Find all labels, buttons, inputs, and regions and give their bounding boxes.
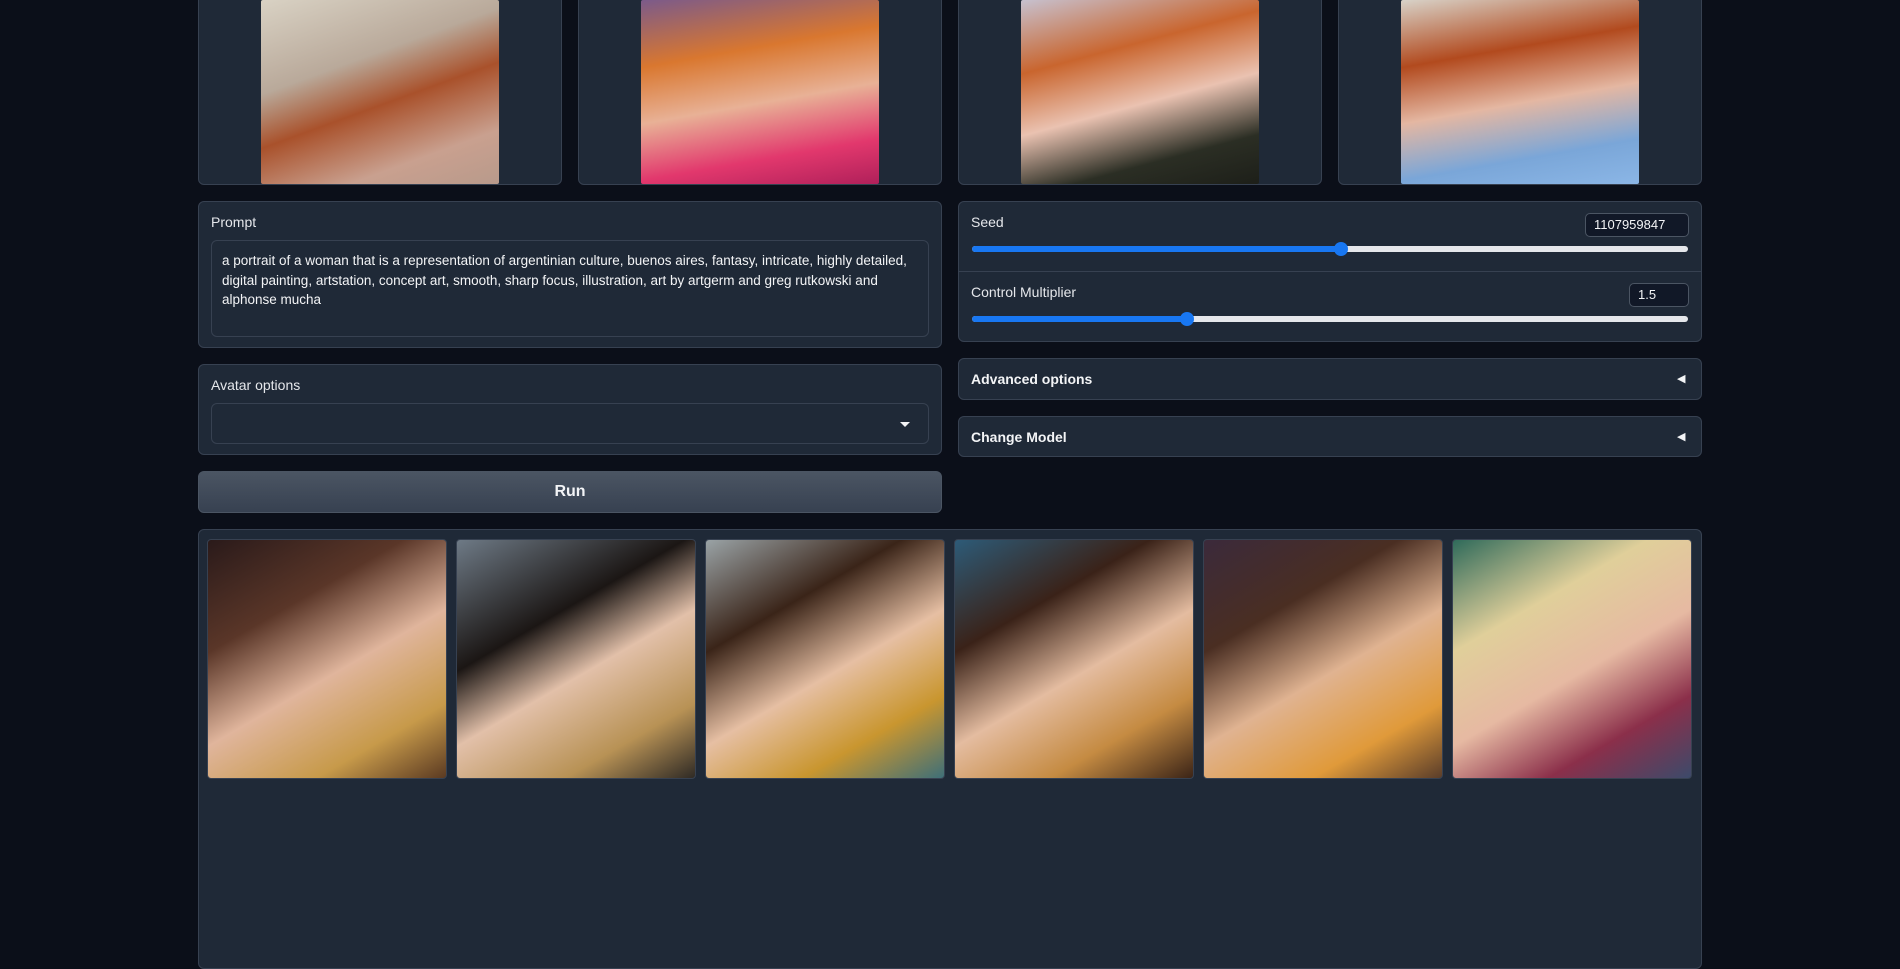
sliders-panel: Seed 1107959847 Control Multiplier 1.5: [958, 201, 1702, 342]
gallery-image-5[interactable]: [1203, 539, 1443, 779]
avatar-options-label: Avatar options: [211, 377, 301, 393]
prompt-textarea[interactable]: a portrait of a woman that is a represen…: [211, 240, 929, 337]
avatar-photo-1[interactable]: [261, 0, 499, 184]
avatar-photo-3[interactable]: [1021, 0, 1259, 184]
seed-label: Seed: [971, 214, 1004, 230]
advanced-options-label: Advanced options: [971, 371, 1093, 387]
seed-input[interactable]: 1107959847: [1585, 213, 1689, 237]
triangle-left-icon: ◀: [1677, 373, 1686, 385]
control-multiplier-input[interactable]: 1.5: [1629, 283, 1689, 307]
prompt-label: Prompt: [211, 214, 257, 230]
seed-slider-fill: [972, 246, 1342, 252]
gallery-image-4[interactable]: [954, 539, 1194, 779]
gallery-image-2[interactable]: [456, 539, 696, 779]
seed-slider[interactable]: [972, 242, 1688, 256]
run-button[interactable]: Run: [198, 471, 942, 513]
control-multiplier-slider-fill: [972, 316, 1187, 322]
gallery-image-3[interactable]: [705, 539, 945, 779]
avatar-options-select[interactable]: [211, 403, 929, 444]
avatar-options-panel: Avatar options: [198, 364, 942, 455]
avatar-photo-4[interactable]: [1401, 0, 1639, 184]
change-model-accordion[interactable]: Change Model ◀: [958, 416, 1702, 457]
seed-slider-thumb[interactable]: [1334, 242, 1349, 256]
control-multiplier-slider[interactable]: [972, 312, 1688, 326]
gallery-image-6[interactable]: [1452, 539, 1692, 779]
avatar-photo-2[interactable]: [641, 0, 879, 184]
prompt-panel: Prompt a portrait of a woman that is a r…: [198, 201, 942, 348]
chevron-down-icon: [900, 422, 910, 427]
change-model-label: Change Model: [971, 429, 1067, 445]
triangle-left-icon: ◀: [1677, 431, 1686, 443]
control-multiplier-slider-thumb[interactable]: [1179, 312, 1194, 326]
sliders-divider: [959, 271, 1701, 272]
gallery-image-1[interactable]: [207, 539, 447, 779]
advanced-options-accordion[interactable]: Advanced options ◀: [958, 358, 1702, 400]
control-multiplier-label: Control Multiplier: [971, 284, 1077, 300]
